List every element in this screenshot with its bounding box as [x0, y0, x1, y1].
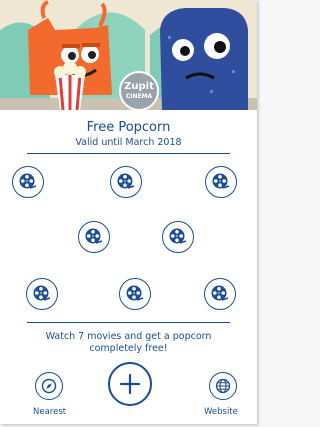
- divider-bottom: [27, 322, 230, 323]
- film-reel-icon: [19, 173, 37, 189]
- hero-illustration: Zupit CINEMA: [0, 0, 257, 110]
- plus-icon: [119, 373, 141, 395]
- globe-icon: [215, 378, 230, 393]
- film-reel-icon: [117, 173, 135, 189]
- website-button[interactable]: [209, 372, 237, 400]
- logo-text: Zupit: [124, 81, 154, 92]
- loyalty-card: Zupit CINEMA Free Popcorn Valid until Ma…: [0, 0, 257, 424]
- nearest-button[interactable]: [35, 372, 63, 400]
- film-reel-icon: [169, 228, 187, 244]
- film-reel-icon: [33, 285, 51, 301]
- stamp-slot: [162, 221, 194, 253]
- website-label[interactable]: Website: [204, 407, 238, 417]
- offer-validity: Valid until March 2018: [75, 137, 182, 148]
- film-reel-icon: [126, 285, 144, 301]
- stamp-slot: [110, 166, 142, 198]
- film-reel-icon: [212, 173, 230, 189]
- logo-subtext: CINEMA: [125, 93, 153, 100]
- film-reel-icon: [85, 228, 103, 244]
- stamp-slot: [205, 166, 237, 198]
- offer-title: Free Popcorn: [86, 120, 171, 135]
- nearest-label[interactable]: Nearest: [33, 407, 66, 417]
- film-reel-icon: [211, 285, 229, 301]
- add-stamp-button[interactable]: [108, 362, 152, 406]
- stamp-slot: [78, 221, 110, 253]
- promo-text: Watch 7 movies and get a popcorn complet…: [45, 331, 212, 354]
- divider-top: [27, 153, 230, 154]
- stamp-slot: [26, 278, 58, 310]
- cinema-logo: Zupit CINEMA: [119, 71, 159, 110]
- compass-icon: [41, 378, 56, 393]
- stamp-slot: [119, 278, 151, 310]
- stamp-slot: [12, 166, 44, 198]
- stamp-slot: [204, 278, 236, 310]
